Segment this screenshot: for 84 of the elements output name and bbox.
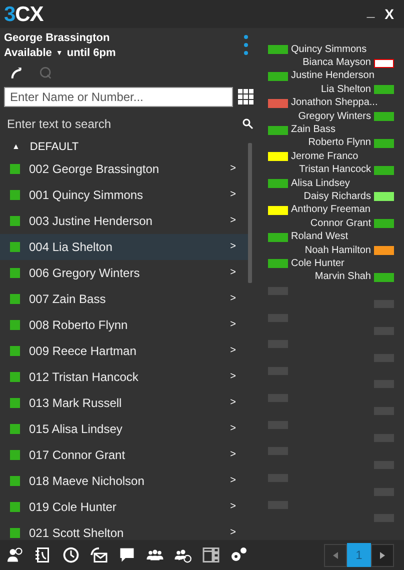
contact-row[interactable]: 006 Gregory Winters > bbox=[0, 260, 248, 286]
contact-row[interactable]: 013 Mark Russell > bbox=[0, 390, 248, 416]
chevron-icon: > bbox=[230, 525, 236, 540]
chat-icon[interactable] bbox=[118, 546, 136, 564]
history-icon[interactable] bbox=[62, 546, 80, 564]
presence-name: Daisy Richards bbox=[304, 192, 371, 202]
contact-row[interactable]: 007 Zain Bass > bbox=[0, 286, 248, 312]
search-icon[interactable] bbox=[242, 118, 254, 130]
presence-name: Lia Shelton bbox=[320, 84, 371, 95]
chevron-icon: > bbox=[230, 317, 236, 332]
dial-field[interactable]: Enter Name or Number... bbox=[4, 87, 233, 107]
presence-name: Anthony Freeman bbox=[291, 205, 370, 216]
user-name: George Brassington bbox=[4, 31, 111, 46]
contact-name: 004 Lia Shelton bbox=[29, 238, 114, 256]
chevron-icon: > bbox=[230, 395, 236, 410]
contact-name: 003 Justine Henderson bbox=[29, 212, 154, 230]
chevron-icon: > bbox=[230, 421, 236, 436]
contact-name: 021 Scott Shelton bbox=[29, 524, 125, 540]
chevron-icon: > bbox=[230, 369, 236, 384]
contact-name: 008 Roberto Flynn bbox=[29, 316, 129, 334]
next-page-button[interactable] bbox=[371, 544, 394, 566]
contact-row[interactable]: 009 Reece Hartman > bbox=[0, 338, 248, 364]
group-header[interactable]: ▲ DEFAULT bbox=[0, 139, 248, 156]
presence-name: Quincy Simmons bbox=[291, 44, 367, 55]
contact-name: 013 Mark Russell bbox=[29, 394, 123, 412]
chevron-icon: > bbox=[230, 161, 236, 176]
chevron-icon: > bbox=[230, 499, 236, 514]
contact-row[interactable]: 017 Connor Grant > bbox=[0, 442, 248, 468]
user-clock-icon[interactable] bbox=[6, 546, 24, 564]
contact-row[interactable]: 012 Tristan Hancock > bbox=[0, 364, 248, 390]
contact-row[interactable]: 004 Lia Shelton > bbox=[0, 234, 248, 260]
presence-name: Zain Bass bbox=[291, 125, 336, 136]
chevron-icon: > bbox=[230, 473, 236, 488]
chevron-icon: > bbox=[230, 447, 236, 462]
contact-name: 019 Cole Hunter bbox=[29, 498, 118, 516]
contact-row[interactable]: 002 George Brassington > bbox=[0, 156, 248, 182]
presence-name: Jerome Franco bbox=[291, 152, 358, 162]
search-field[interactable]: Enter text to search bbox=[4, 115, 242, 133]
contact-name: 001 Quincy Simmons bbox=[29, 186, 144, 204]
chevron-icon: > bbox=[230, 343, 236, 358]
contact-name: 012 Tristan Hancock bbox=[29, 368, 140, 386]
voicemail-icon[interactable] bbox=[90, 546, 108, 564]
presence-name: Cole Hunter bbox=[291, 258, 344, 269]
presence-name: Tristan Hancock bbox=[299, 165, 371, 176]
presence-name: Connor Grant bbox=[310, 218, 371, 229]
dialpad-icon[interactable] bbox=[238, 89, 254, 105]
contact-name: 006 Gregory Winters bbox=[29, 264, 141, 282]
next-icon bbox=[380, 552, 385, 558]
chevron-icon: > bbox=[230, 239, 236, 254]
phonebook-icon[interactable] bbox=[34, 546, 52, 564]
status-until: until 6pm bbox=[66, 46, 116, 61]
presence-name: Roland West bbox=[291, 232, 348, 242]
presence-name: Noah Hamilton bbox=[304, 246, 371, 256]
contact-row[interactable]: 021 Scott Shelton > bbox=[0, 520, 248, 540]
chevron-icon: > bbox=[230, 187, 236, 202]
contact-name: 015 Alisa Lindsey bbox=[29, 420, 124, 438]
contact-row[interactable]: 008 Roberto Flynn > bbox=[0, 312, 248, 338]
contact-name: 002 George Brassington bbox=[29, 160, 160, 178]
contact-row[interactable]: 018 Maeve Nicholson > bbox=[0, 468, 248, 494]
presence-name: Marvin Shah bbox=[314, 272, 371, 282]
presence-name: Roberto Flynn bbox=[308, 138, 371, 148]
presence-name: Justine Henderson bbox=[291, 71, 374, 82]
minimize-button[interactable]: _ bbox=[362, 0, 379, 22]
presence-name: Gregory Winters bbox=[298, 112, 371, 122]
contact-name: 009 Reece Hartman bbox=[29, 342, 138, 360]
layout-icon[interactable] bbox=[202, 546, 220, 564]
previous-icon bbox=[333, 552, 338, 558]
scrollbar[interactable] bbox=[248, 143, 252, 283]
previous-page-button[interactable] bbox=[324, 544, 347, 566]
contact-row[interactable]: 015 Alisa Lindsey > bbox=[0, 416, 248, 442]
chevron-icon: > bbox=[230, 291, 236, 306]
chevron-icon: > bbox=[230, 265, 236, 280]
contact-row[interactable]: 019 Cole Hunter > bbox=[0, 494, 248, 520]
contact-row[interactable]: 001 Quincy Simmons > bbox=[0, 182, 248, 208]
chevron-icon: > bbox=[230, 213, 236, 228]
presence-name: Alisa Lindsey bbox=[291, 178, 350, 189]
contact-name: 018 Maeve Nicholson bbox=[29, 472, 146, 490]
presence-name: Jonathon Sheppa... bbox=[291, 98, 378, 108]
app-logo: 3CX bbox=[4, 4, 44, 24]
close-button[interactable]: X bbox=[378, 4, 400, 24]
contact-row[interactable]: 003 Justine Henderson > bbox=[0, 208, 248, 234]
contact-name: 017 Connor Grant bbox=[29, 446, 126, 464]
presence-name: Bianca Mayson bbox=[302, 58, 371, 68]
contact-name: 007 Zain Bass bbox=[29, 290, 107, 308]
